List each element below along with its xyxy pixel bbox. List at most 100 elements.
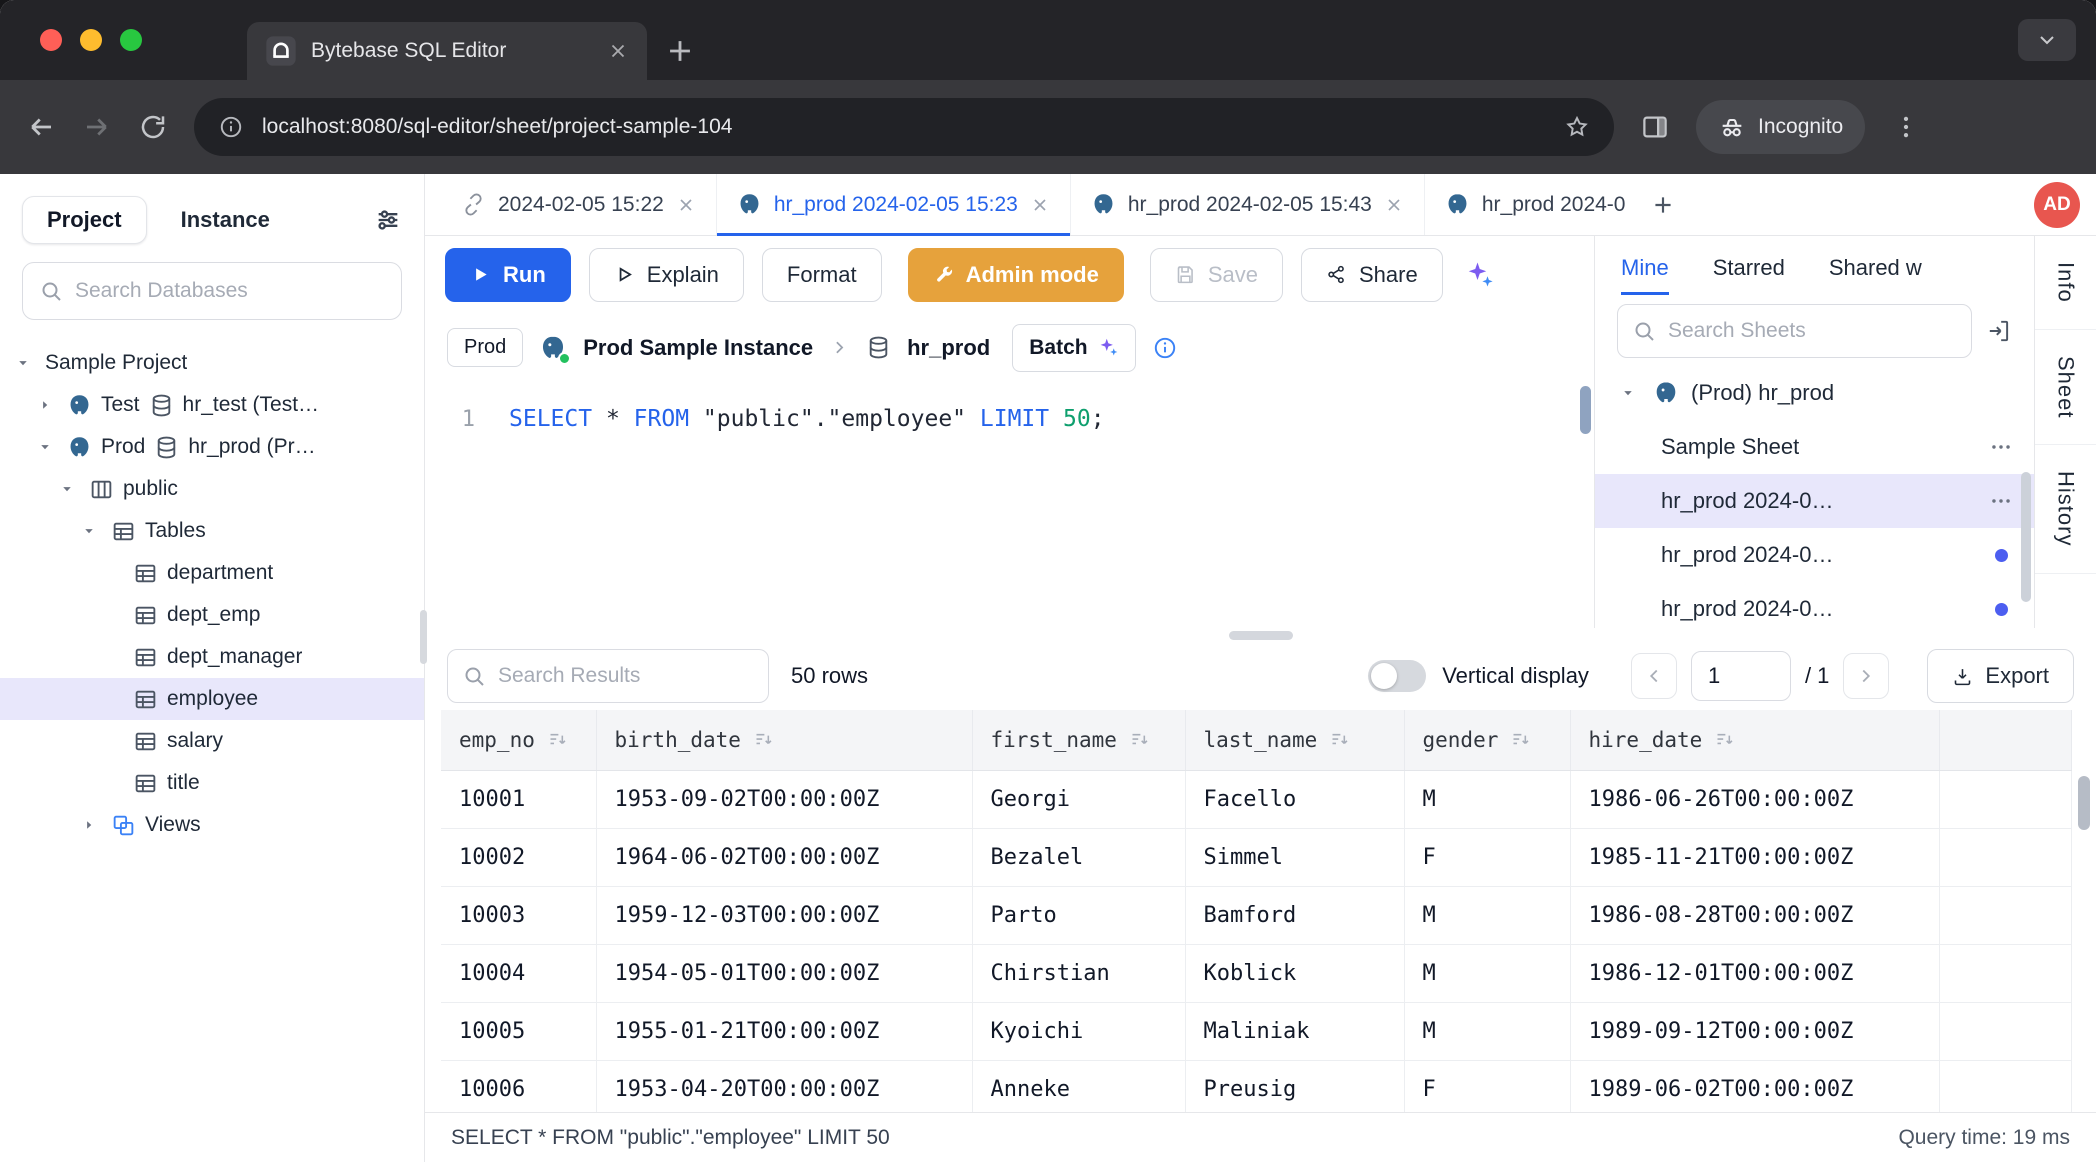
cell-emp-no[interactable]: 10003	[441, 886, 596, 944]
cell-first-name[interactable]: Parto	[972, 886, 1185, 944]
results-search-input[interactable]	[498, 664, 769, 688]
database-search[interactable]	[22, 262, 402, 320]
side-panel-icon[interactable]	[1640, 112, 1670, 142]
window-close-button[interactable]	[40, 29, 62, 51]
caret-down-icon[interactable]	[32, 437, 58, 457]
cell-birth-date[interactable]: 1955-01-21T00:00:00Z	[596, 1002, 972, 1060]
reload-button[interactable]	[138, 112, 168, 142]
panel-tab-info[interactable]: Info	[2035, 236, 2096, 330]
table-row[interactable]: 100051955-01-21T00:00:00ZKyoichiMaliniak…	[441, 1002, 2071, 1060]
browser-menu-icon[interactable]	[1891, 112, 1921, 142]
share-button[interactable]: Share	[1301, 248, 1443, 302]
tree-item-sample-project[interactable]: Sample Project	[0, 342, 424, 384]
site-info-icon[interactable]	[218, 114, 244, 140]
caret-down-icon[interactable]	[1615, 383, 1641, 403]
cell-gender[interactable]: F	[1404, 1060, 1570, 1112]
panel-tab-history[interactable]: History	[2035, 445, 2096, 573]
caret-down-icon[interactable]	[10, 353, 36, 373]
info-icon[interactable]	[1152, 335, 1178, 361]
column-header-first-name[interactable]: first_name	[972, 710, 1185, 770]
cell-last-name[interactable]: Simmel	[1185, 828, 1404, 886]
editor-scrollbar-thumb[interactable]	[1580, 386, 1591, 434]
results-search[interactable]	[447, 649, 769, 703]
sheet-item-sample-sheet[interactable]: Sample Sheet	[1595, 420, 2034, 474]
back-button[interactable]	[26, 112, 56, 142]
more-menu-icon[interactable]	[1988, 488, 2014, 514]
new-sheet-button[interactable]	[1640, 182, 1686, 228]
cell-hire-date[interactable]: 1986-08-28T00:00:00Z	[1570, 886, 1939, 944]
cell-last-name[interactable]: Koblick	[1185, 944, 1404, 1002]
close-tab-icon[interactable]	[607, 40, 629, 62]
column-header-emp-no[interactable]: emp_no	[441, 710, 596, 770]
tree-item-prod[interactable]: Prodhr_prod (Pr…	[0, 426, 424, 468]
admin-mode-button[interactable]: Admin mode	[908, 248, 1124, 302]
cell-last-name[interactable]: Bamford	[1185, 886, 1404, 944]
tree-item-employee[interactable]: employee	[0, 678, 424, 720]
panel-tab-sheet[interactable]: Sheet	[2035, 330, 2096, 446]
cell-emp-no[interactable]: 10002	[441, 828, 596, 886]
database-search-input[interactable]	[75, 279, 385, 303]
cell-emp-no[interactable]: 10001	[441, 770, 596, 828]
column-header-last-name[interactable]: last_name	[1185, 710, 1404, 770]
table-row[interactable]: 100021964-06-02T00:00:00ZBezalelSimmelF1…	[441, 828, 2071, 886]
cell-first-name[interactable]: Georgi	[972, 770, 1185, 828]
next-page-button[interactable]	[1843, 653, 1889, 699]
cell-birth-date[interactable]: 1953-09-02T00:00:00Z	[596, 770, 972, 828]
column-header-hire-date[interactable]: hire_date	[1570, 710, 1939, 770]
close-tab-icon[interactable]	[676, 195, 696, 215]
cell-gender[interactable]: M	[1404, 770, 1570, 828]
database-name[interactable]: hr_prod	[907, 335, 990, 361]
sheet-group-prod-hr-prod[interactable]: (Prod) hr_prod	[1595, 366, 2034, 420]
sheet-tab-hr-prod-2024-0[interactable]: hr_prod 2024-0	[1425, 174, 1640, 235]
tree-item-public[interactable]: public	[0, 468, 424, 510]
column-header-gender[interactable]: gender	[1404, 710, 1570, 770]
cell-first-name[interactable]: Anneke	[972, 1060, 1185, 1112]
tree-item-department[interactable]: department	[0, 552, 424, 594]
export-button[interactable]: Export	[1927, 649, 2074, 703]
cell-gender[interactable]: M	[1404, 886, 1570, 944]
tab-project[interactable]: Project	[22, 196, 147, 244]
forward-button[interactable]	[82, 112, 112, 142]
cell-hire-date[interactable]: 1986-12-01T00:00:00Z	[1570, 944, 1939, 1002]
cell-emp-no[interactable]: 10004	[441, 944, 596, 1002]
tab-shared-w[interactable]: Shared w	[1829, 255, 1922, 281]
cell-emp-no[interactable]: 10005	[441, 1002, 596, 1060]
cell-last-name[interactable]: Preusig	[1185, 1060, 1404, 1112]
cell-hire-date[interactable]: 1989-06-02T00:00:00Z	[1570, 1060, 1939, 1112]
caret-right-icon[interactable]	[32, 395, 58, 415]
sheet-item-hr-prod-2024-0[interactable]: hr_prod 2024-0…	[1595, 582, 2034, 628]
results-scrollbar-thumb[interactable]	[2078, 776, 2090, 830]
close-tab-icon[interactable]	[1030, 195, 1050, 215]
sheet-search-input[interactable]	[1668, 319, 1957, 343]
sidebar-resize-handle[interactable]	[420, 610, 427, 664]
tree-item-dept-manager[interactable]: dept_manager	[0, 636, 424, 678]
sheet-list-scrollbar-thumb[interactable]	[2021, 472, 2031, 602]
explain-button[interactable]: Explain	[589, 248, 744, 302]
sheet-tab-hr-prod-2024-02-05-15-23[interactable]: hr_prod 2024-02-05 15:23	[717, 174, 1071, 235]
prev-page-button[interactable]	[1631, 653, 1677, 699]
instance-name[interactable]: Prod Sample Instance	[583, 335, 813, 361]
vertical-display-toggle[interactable]	[1368, 660, 1426, 692]
panel-resize-handle[interactable]	[1229, 631, 1293, 640]
tree-item-title[interactable]: title	[0, 762, 424, 804]
sheet-item-hr-prod-2024-0[interactable]: hr_prod 2024-0…	[1595, 528, 2034, 582]
user-avatar[interactable]: AD	[2034, 182, 2080, 228]
page-input[interactable]	[1691, 651, 1791, 701]
cell-hire-date[interactable]: 1986-06-26T00:00:00Z	[1570, 770, 1939, 828]
tree-item-dept-emp[interactable]: dept_emp	[0, 594, 424, 636]
new-tab-button[interactable]	[663, 22, 697, 80]
cell-first-name[interactable]: Bezalel	[972, 828, 1185, 886]
save-button[interactable]: Save	[1150, 248, 1283, 302]
cell-first-name[interactable]: Kyoichi	[972, 1002, 1185, 1060]
cell-gender[interactable]: M	[1404, 944, 1570, 1002]
tree-item-test[interactable]: Testhr_test (Test…	[0, 384, 424, 426]
cell-birth-date[interactable]: 1959-12-03T00:00:00Z	[596, 886, 972, 944]
column-header-birth-date[interactable]: birth_date	[596, 710, 972, 770]
caret-right-icon[interactable]	[76, 815, 102, 835]
cell-gender[interactable]: M	[1404, 1002, 1570, 1060]
browser-tab[interactable]: Bytebase SQL Editor	[247, 22, 647, 80]
tab-instance[interactable]: Instance	[181, 207, 270, 233]
cell-hire-date[interactable]: 1985-11-21T00:00:00Z	[1570, 828, 1939, 886]
format-button[interactable]: Format	[762, 248, 882, 302]
cell-first-name[interactable]: Chirstian	[972, 944, 1185, 1002]
